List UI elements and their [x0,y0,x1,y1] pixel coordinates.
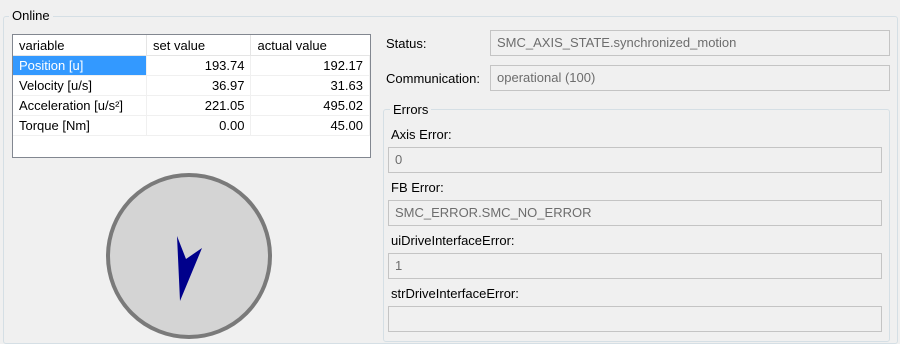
str-drive-interface-error-field[interactable] [388,306,882,332]
cell-set-value: 221.05 [146,95,252,116]
table-header-row: variable set value actual value [13,35,370,56]
cell-set-value: 193.74 [146,55,252,76]
cell-variable: Acceleration [u/s²] [13,95,148,116]
table-row[interactable]: Position [u] 193.74 192.17 [13,55,370,76]
fb-error-label: FB Error: [391,180,444,195]
status-field[interactable]: SMC_AXIS_STATE.synchronized_motion [490,30,890,56]
axis-error-field[interactable]: 0 [388,147,882,173]
table-row[interactable]: Acceleration [u/s²] 221.05 495.02 [13,95,370,116]
position-gauge [106,173,272,339]
ui-drive-interface-error-label: uiDriveInterfaceError: [391,233,515,248]
ui-drive-interface-error-field[interactable]: 1 [388,253,882,279]
cell-actual-value: 495.02 [250,95,370,116]
fb-error-field[interactable]: SMC_ERROR.SMC_NO_ERROR [388,200,882,226]
table-row[interactable]: Velocity [u/s] 36.97 31.63 [13,75,370,96]
axis-error-label: Axis Error: [391,127,452,142]
str-drive-interface-error-label: strDriveInterfaceError: [391,286,519,301]
online-group-title: Online [9,9,53,23]
column-header-variable[interactable]: variable [13,35,148,56]
table-row[interactable]: Torque [Nm] 0.00 45.00 [13,115,370,136]
column-header-set-value[interactable]: set value [146,35,252,56]
cell-set-value: 0.00 [146,115,252,136]
cell-set-value: 36.97 [146,75,252,96]
cell-actual-value: 31.63 [250,75,370,96]
cell-variable: Position [u] [13,55,148,76]
column-header-actual-value[interactable]: actual value [250,35,370,56]
communication-label: Communication: [386,71,480,86]
status-label: Status: [386,36,427,51]
errors-group-title: Errors [390,103,432,117]
cell-actual-value: 45.00 [250,115,370,136]
cell-variable: Torque [Nm] [13,115,148,136]
cell-variable: Velocity [u/s] [13,75,148,96]
gauge-dial [106,173,272,339]
cell-actual-value: 192.17 [250,55,370,76]
variable-table[interactable]: variable set value actual value Position… [12,34,371,158]
communication-field[interactable]: operational (100) [490,65,890,91]
